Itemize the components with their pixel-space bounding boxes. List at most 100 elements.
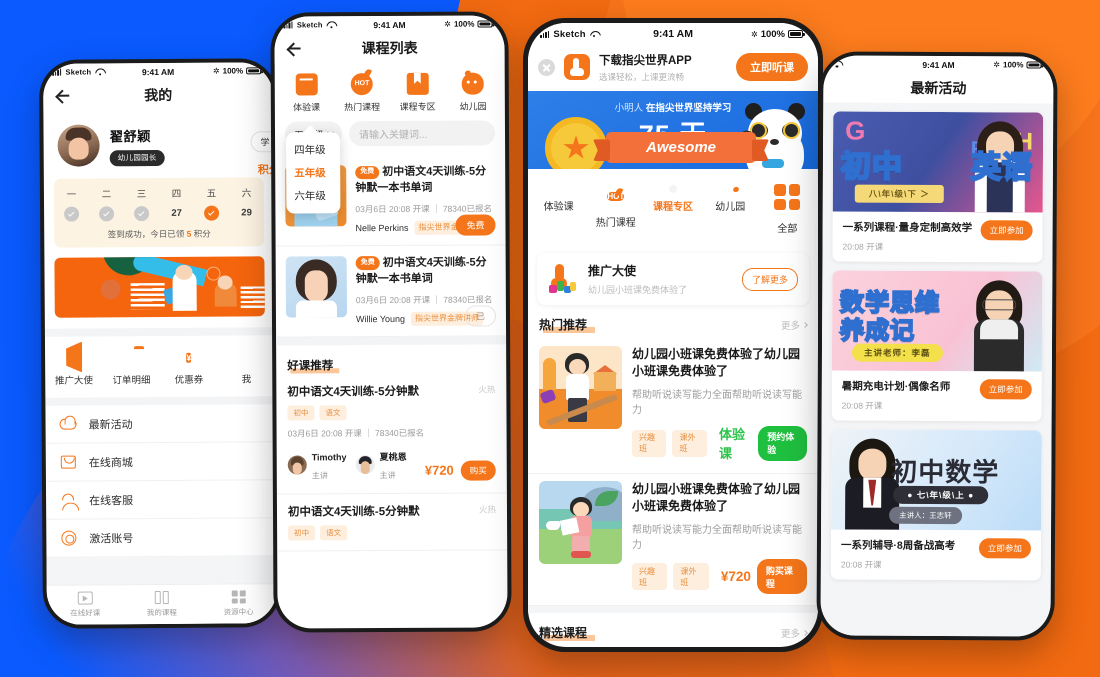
back-arrow-icon[interactable]	[54, 88, 70, 104]
quick-action-promoter[interactable]: 推广大使	[45, 341, 103, 387]
price: ¥720	[424, 462, 454, 479]
app-banner-subtitle: 选课轻松，上课更流畅	[599, 72, 685, 82]
recommend-title: 初中语文4天训练-5分钟默	[287, 385, 420, 399]
quick-action-orders[interactable]: 订单明细	[103, 348, 161, 386]
activity-subtitle: ● 七\年\级\上 ●	[893, 485, 989, 505]
cloud-icon	[59, 415, 77, 433]
lines-icon	[295, 73, 318, 96]
tag: 语文	[319, 404, 347, 421]
tab-label: 在线好课	[70, 608, 101, 618]
category-label: 热门课程	[595, 218, 636, 230]
more-link[interactable]: 更多	[780, 318, 808, 332]
recommend-row[interactable]: 初中语文4天训练-5分钟默 火热 初中 语文 03月6日 20:08 开课 ｜ …	[276, 373, 507, 495]
menu-item-activities[interactable]: 最新活动	[45, 404, 276, 444]
tab-my-courses[interactable]: 我的课程	[123, 590, 200, 619]
learn-more-button[interactable]: 了解更多	[741, 267, 798, 291]
promo-banner-image[interactable]	[54, 256, 265, 318]
course-card[interactable]: 幼儿园小班课免费体验了幼儿园小班课免费体验了 帮助听说读写能力全面帮助听说读写能…	[528, 339, 818, 475]
free-badge: 免费	[355, 165, 380, 179]
teacher-name: 夏桃恩	[379, 451, 407, 462]
day-label: 三	[136, 189, 147, 201]
category-label: 体验课	[543, 202, 574, 214]
close-icon[interactable]	[538, 58, 555, 76]
recommend-meta: 03月6日 20:08 开课 ｜ 78340已报名	[287, 427, 425, 439]
course-footer: 兴趣班 课外班 体验课 预约体验	[632, 424, 807, 462]
category-trial[interactable]: 体验课	[530, 180, 587, 235]
more-link[interactable]: 更多	[781, 626, 808, 640]
icon-wrap	[770, 180, 804, 220]
join-button[interactable]: 立即参加	[978, 538, 1031, 559]
recommend-row[interactable]: 初中语文4天训练-5分钟默 火热 初中 语文	[276, 493, 508, 552]
tag: 课外班	[673, 563, 709, 591]
hero-banner[interactable]: 小明人 在指尖世界坚持学习 75 天 Awesome	[528, 91, 818, 170]
category-label: 全部	[777, 224, 798, 236]
menu-label: 在线客服	[89, 494, 134, 507]
phone2-navbar: 课程列表	[274, 32, 505, 64]
tag-list: 初中 语文	[288, 524, 496, 541]
menu-item-support[interactable]: 在线客服	[45, 480, 277, 520]
course-row[interactable]: 免费 初中语文4天训练-5分钟默一本书单词 03月6日 20:08 开课 ｜ 78…	[275, 245, 507, 338]
quick-action-more[interactable]: 我	[218, 347, 276, 385]
category-zone[interactable]: 课程专区	[390, 72, 446, 113]
recommend-title: 初中语文4天训练-5分钟默	[287, 505, 420, 519]
category-label: 体验课	[293, 102, 321, 113]
course-card[interactable]: 幼儿园小班课免费体验了幼儿园小班课免费体验了 帮助听说读写能力全面帮助听说读写能…	[528, 474, 818, 607]
activity-card[interactable]: 数学思维 养成记 主讲老师：李磊 暑期充电计划·偶像名师 20:08 开课 立即…	[831, 270, 1043, 422]
buy-button[interactable]: 购买	[460, 460, 496, 481]
course-info: 幼儿园小班课免费体验了幼儿园小班课免费体验了 帮助听说读写能力全面帮助听说读写能…	[632, 346, 807, 462]
today-checked[interactable]	[204, 205, 220, 221]
tag: 初中	[287, 405, 315, 421]
activity-card[interactable]: G F H 初中 英语 八\年\级\下 ＞ 一系列课程·量身定制高效学 20:0…	[832, 111, 1044, 263]
tab-online-courses[interactable]: 在线好课	[47, 591, 124, 619]
day-label: 一	[66, 189, 77, 201]
reserve-button[interactable]: 预约体验	[758, 425, 807, 461]
promoter-title: 推广大使	[588, 264, 637, 279]
phone2-status-bar: Sketch 9:41 AM ✲ 100%	[274, 15, 505, 34]
back-arrow-icon[interactable]	[286, 40, 302, 56]
category-trial[interactable]: 体验课	[279, 73, 335, 113]
profile-header: 翟舒颖 幼儿园园长 学 积分	[43, 109, 277, 179]
search-input[interactable]: 请输入关键词...	[348, 120, 496, 147]
dropdown-option-selected[interactable]: 五年级	[286, 161, 340, 184]
category-kindergarten[interactable]: 幼儿园	[702, 180, 759, 235]
dropdown-option[interactable]: 六年级	[286, 184, 340, 207]
day-label: 四	[171, 188, 182, 200]
activity-meta: 20:08 开课	[840, 559, 882, 570]
course-action-button[interactable]: 已	[464, 305, 497, 327]
play-icon	[77, 591, 93, 605]
phone1-tabbar: 在线好课 我的课程 资源中心	[46, 583, 277, 625]
promoter-card[interactable]: 推广大使 幼儿园小班课免费体验了 了解更多	[537, 253, 809, 306]
phone1-screen: Sketch 9:41 AM ✲ 100% 我的 翟舒颖 幼儿园园长 学 积分 …	[43, 62, 277, 625]
teacher-name: Nelle Perkins	[355, 222, 409, 234]
app-banner-title: 下载指尖世界APP	[599, 55, 692, 67]
more-label: 更多	[780, 320, 800, 332]
status-time: 9:41 AM	[922, 59, 955, 70]
category-kindergarten[interactable]: 幼儿园	[445, 72, 501, 112]
quick-action-coupon[interactable]: ¥ 优惠券	[160, 348, 218, 386]
join-button[interactable]: 立即参加	[979, 379, 1032, 400]
hot-icon: HOT	[607, 192, 625, 202]
headset-icon	[60, 491, 78, 509]
dropdown-option[interactable]: 四年级	[286, 138, 340, 161]
activity-subtitle: 主讲老师：李磊	[851, 343, 943, 363]
teacher-role: 主讲	[379, 470, 396, 480]
grade-dropdown[interactable]: 四年级 五年级 六年级	[286, 132, 341, 214]
join-button[interactable]: 立即参加	[980, 220, 1033, 241]
activity-subtitle: 八\年\级\下 ＞	[854, 184, 944, 204]
section-title: 精选课程	[539, 626, 596, 641]
course-action-button[interactable]: 免费	[455, 214, 496, 236]
listen-now-button[interactable]: 立即听课	[736, 53, 808, 81]
course-meta: 03月6日 20:08 开课 ｜ 78340已报名	[355, 203, 492, 215]
category-hot[interactable]: HOT 热门课程	[587, 180, 644, 235]
menu-item-shop[interactable]: 在线商城	[45, 442, 276, 482]
activity-meta: 20:08 开课	[841, 400, 883, 411]
category-zone[interactable]: 课程专区	[644, 180, 701, 235]
category-all[interactable]: 全部	[759, 180, 816, 235]
activity-image: G F H 初中 英语 八\年\级\下 ＞	[832, 111, 1044, 213]
activity-card[interactable]: 初中数学 ● 七\年\级\上 ● 主讲人：王志轩 一系列辅导·8周备战高考 20…	[830, 429, 1042, 581]
phone1-content: 翟舒颖 幼儿园园长 学 积分 一 二 三 四 五 六 27 29 签到成功，今日…	[43, 109, 277, 625]
menu-item-activate[interactable]: 激活账号	[46, 518, 277, 558]
buy-course-button[interactable]: 购买课程	[756, 559, 807, 595]
category-hot[interactable]: HOT 热门课程	[334, 73, 390, 113]
tab-resource-center[interactable]: 资源中心	[200, 590, 277, 618]
